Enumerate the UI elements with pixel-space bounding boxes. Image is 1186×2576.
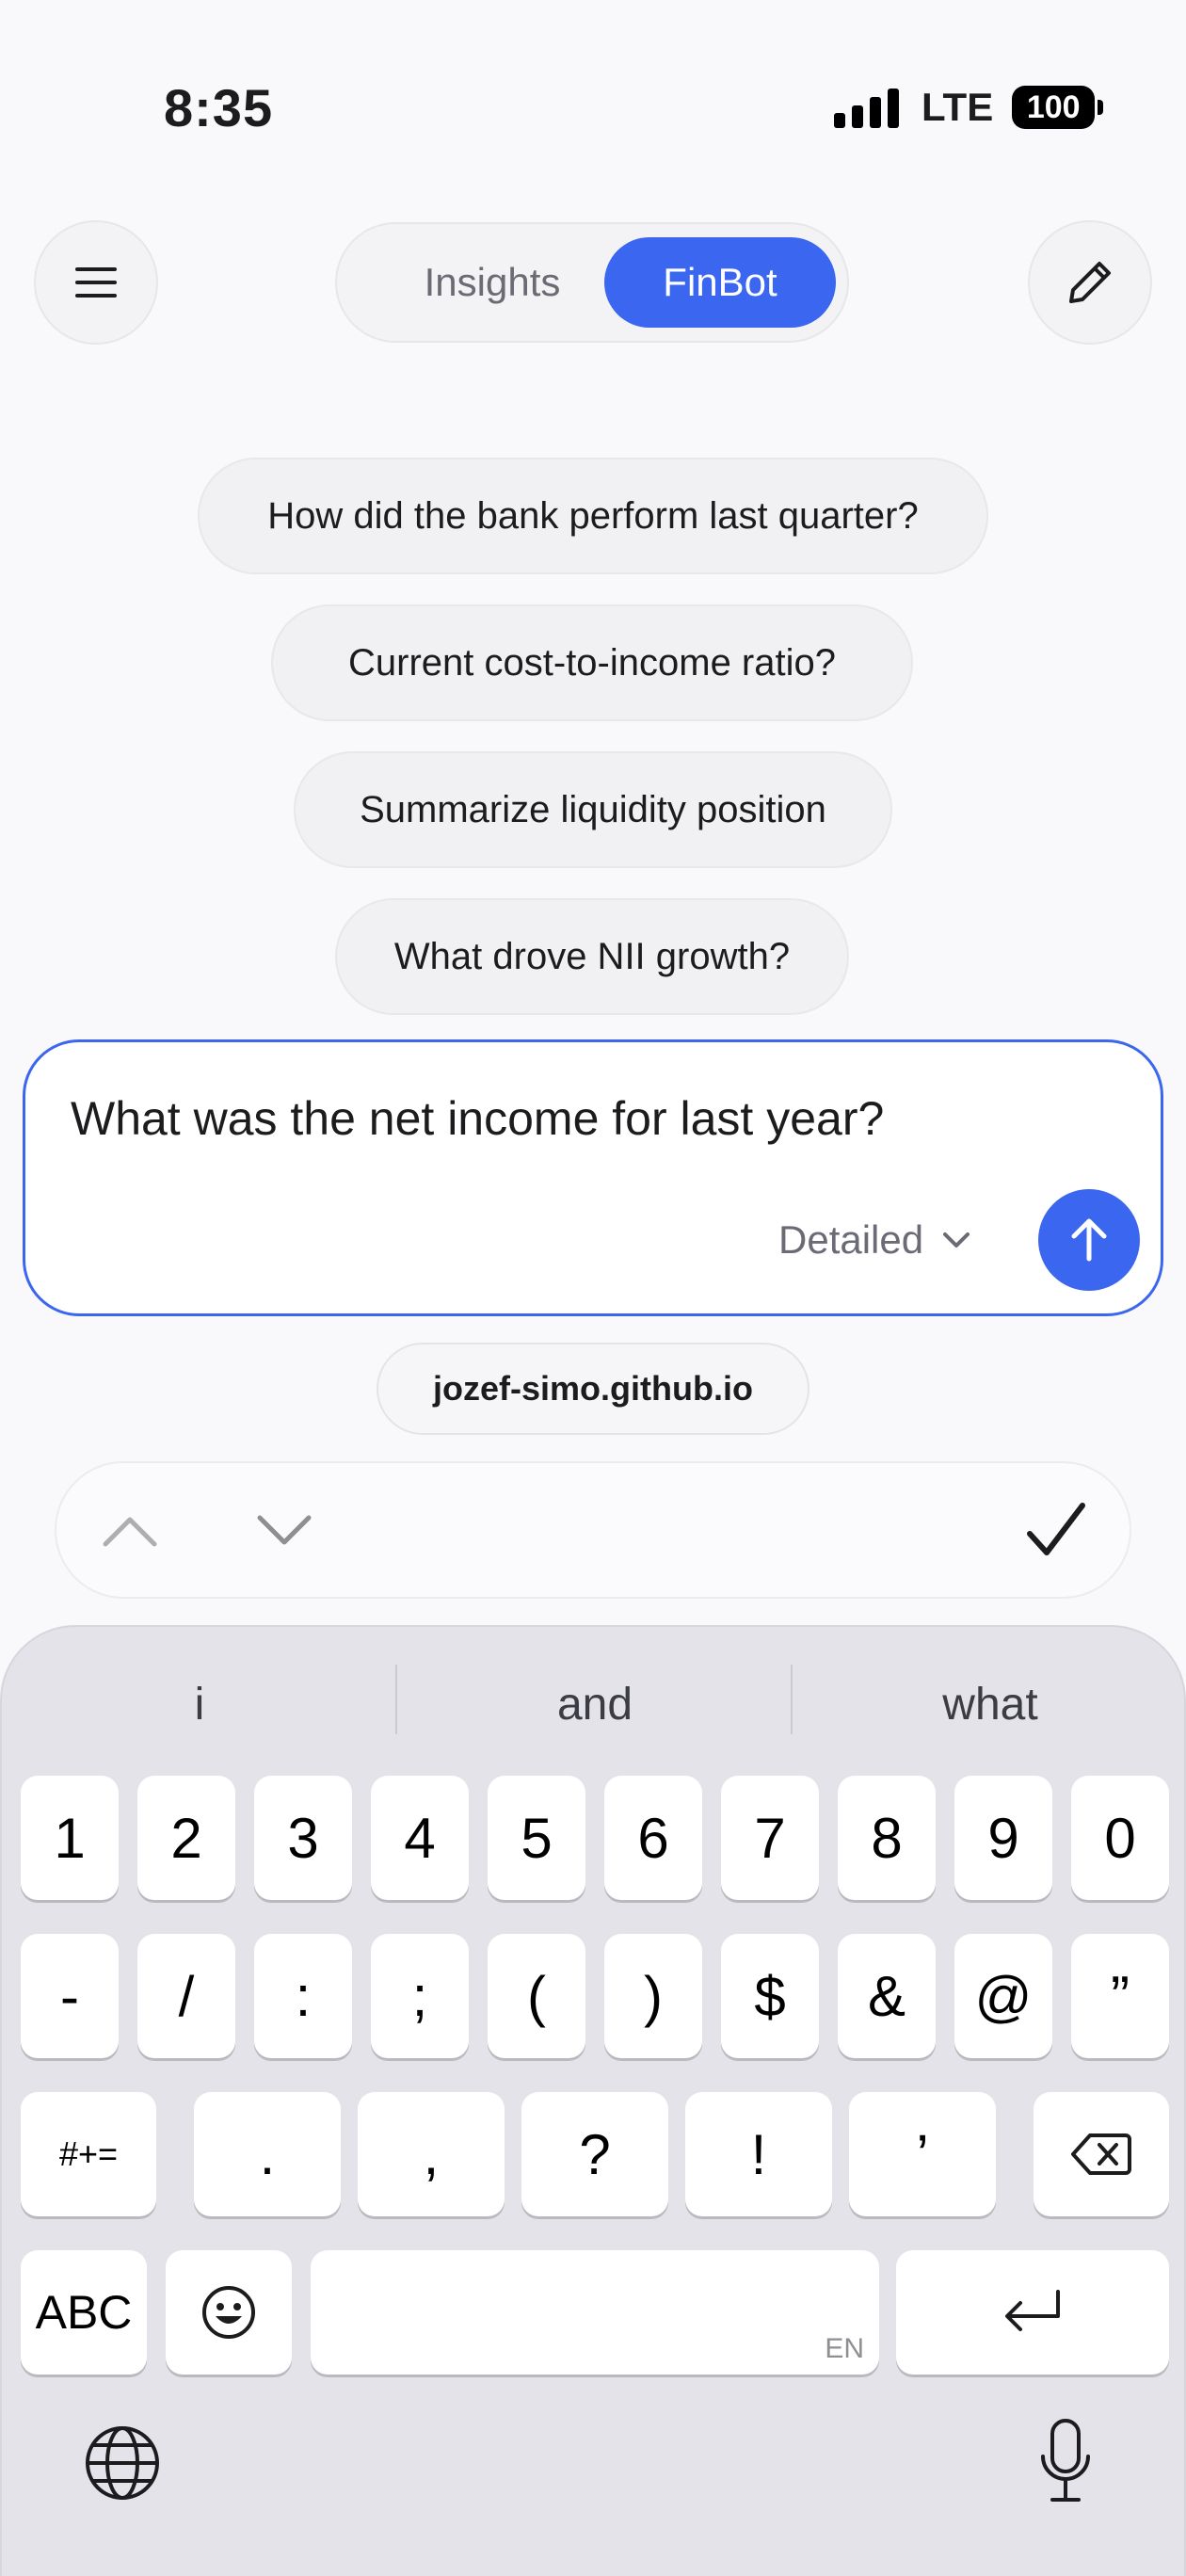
key-hyphen[interactable]: - xyxy=(21,1934,119,2058)
prediction-suggestion[interactable]: what xyxy=(793,1665,1186,1744)
numeric-keyboard: i and what 1 2 3 4 5 6 7 8 9 0 - / : ; (… xyxy=(0,1625,1186,2576)
globe-icon xyxy=(86,2426,159,2500)
microphone-icon xyxy=(1041,2419,1090,2502)
key-4[interactable]: 4 xyxy=(371,1776,469,1900)
tab-finbot[interactable]: FinBot xyxy=(604,237,836,328)
browser-url-pill[interactable]: jozef-simo.github.io xyxy=(377,1343,809,1435)
response-mode-label: Detailed xyxy=(778,1217,924,1262)
suggestion-chip[interactable]: What drove NII growth? xyxy=(335,898,849,1015)
key-quote[interactable]: ” xyxy=(1071,1934,1169,2058)
key-colon[interactable]: : xyxy=(254,1934,352,2058)
key-open-paren[interactable]: ( xyxy=(488,1934,585,2058)
suggestion-chip[interactable]: Summarize liquidity position xyxy=(294,751,892,868)
new-chat-button[interactable] xyxy=(1028,220,1152,345)
mode-segmented-control: Insights FinBot xyxy=(335,222,849,343)
key-8[interactable]: 8 xyxy=(838,1776,936,1900)
key-semicolon[interactable]: ; xyxy=(371,1934,469,2058)
key-symbols[interactable]: #+= xyxy=(21,2092,156,2216)
key-0[interactable]: 0 xyxy=(1071,1776,1169,1900)
status-indicators: LTE 100 xyxy=(834,83,1104,132)
key-5[interactable]: 5 xyxy=(488,1776,585,1900)
battery-level: 100 xyxy=(1012,86,1096,129)
response-mode-dropdown[interactable]: Detailed xyxy=(778,1217,970,1263)
suggestion-chip[interactable]: Current cost-to-income ratio? xyxy=(271,604,913,721)
network-type: LTE xyxy=(922,85,994,129)
chevron-up-icon xyxy=(103,1517,157,1547)
key-slash[interactable]: / xyxy=(137,1934,235,2058)
next-field-button[interactable] xyxy=(250,1503,318,1559)
key-question[interactable]: ? xyxy=(521,2092,668,2216)
message-composer[interactable]: What was the net income for last year? D… xyxy=(23,1039,1163,1316)
delete-key[interactable] xyxy=(1034,2092,1169,2216)
key-3[interactable]: 3 xyxy=(254,1776,352,1900)
key-period[interactable]: . xyxy=(194,2092,341,2216)
key-dollar[interactable]: $ xyxy=(721,1934,819,2058)
return-icon xyxy=(1005,2290,1060,2331)
globe-button[interactable] xyxy=(81,2422,164,2504)
previous-field-button[interactable] xyxy=(96,1503,164,1559)
menu-button[interactable] xyxy=(34,220,158,345)
key-comma[interactable]: , xyxy=(358,2092,505,2216)
prediction-suggestion[interactable]: and xyxy=(397,1665,793,1744)
chevron-down-icon xyxy=(257,1515,312,1545)
return-key[interactable] xyxy=(896,2250,1169,2375)
send-button[interactable] xyxy=(1038,1189,1140,1291)
space-key[interactable]: EN xyxy=(311,2250,879,2375)
pencil-icon xyxy=(1069,262,1111,303)
key-1[interactable]: 1 xyxy=(21,1776,119,1900)
message-input[interactable]: What was the net income for last year? xyxy=(71,1091,884,1146)
keyboard-language: EN xyxy=(825,2333,864,2364)
hamburger-menu-icon xyxy=(75,267,117,298)
key-6[interactable]: 6 xyxy=(604,1776,702,1900)
status-time: 8:35 xyxy=(164,78,274,137)
chevron-down-icon xyxy=(943,1232,970,1248)
key-at[interactable]: @ xyxy=(954,1934,1052,2058)
tab-insights[interactable]: Insights xyxy=(352,237,633,328)
prediction-suggestion[interactable]: i xyxy=(2,1665,397,1744)
arrow-up-icon xyxy=(1071,1218,1107,1262)
emoji-key[interactable] xyxy=(166,2250,292,2375)
key-exclamation[interactable]: ! xyxy=(685,2092,832,2216)
key-9[interactable]: 9 xyxy=(954,1776,1052,1900)
key-7[interactable]: 7 xyxy=(721,1776,819,1900)
abc-key[interactable]: ABC xyxy=(21,2250,147,2375)
battery-icon: 100 xyxy=(1012,86,1104,129)
key-apostrophe[interactable]: ’ xyxy=(849,2092,996,2216)
dictation-button[interactable] xyxy=(1028,2414,1103,2508)
key-ampersand[interactable]: & xyxy=(838,1934,936,2058)
key-close-paren[interactable]: ) xyxy=(604,1934,702,2058)
done-button[interactable] xyxy=(1022,1495,1090,1567)
checkmark-icon xyxy=(1027,1503,1085,1555)
backspace-icon xyxy=(1071,2133,1131,2175)
cellular-signal-icon xyxy=(834,87,899,128)
suggestion-chip[interactable]: How did the bank perform last quarter? xyxy=(198,458,988,574)
emoji-icon xyxy=(202,2286,255,2339)
keyboard-accessory-bar xyxy=(55,1461,1131,1599)
key-2[interactable]: 2 xyxy=(137,1776,235,1900)
